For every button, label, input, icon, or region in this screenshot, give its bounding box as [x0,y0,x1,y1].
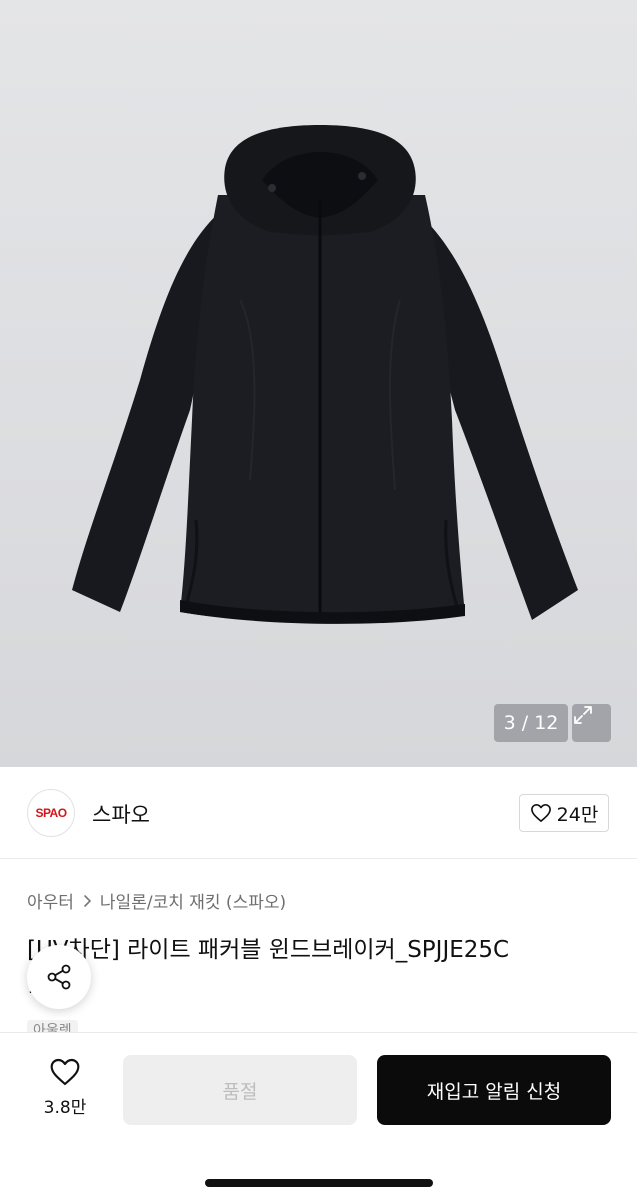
restock-alert-button[interactable]: 재입고 알림 신청 [377,1055,611,1125]
heart-outline-icon [50,1058,80,1086]
product-title: [UV차단] 라이트 패커블 윈드브레이커_SPJJE25C [27,937,510,963]
brand-name[interactable]: 스파오 [92,799,150,829]
brand-logo-text: SPAO [35,806,67,820]
heart-outline-icon [530,804,551,822]
wishlist-count: 3.8만 [43,1098,87,1118]
breadcrumb-child[interactable]: 나일론/코치 재킷 (스파오) [100,888,286,913]
product-image-gallery[interactable]: 3 / 12 [0,0,637,767]
brand-like-count: 24만 [556,803,599,826]
brand-like-button[interactable]: 24만 [519,794,609,832]
soldout-button[interactable]: 품절 [123,1055,357,1125]
breadcrumb: 아우터 나일론/코치 재킷 (스파오) [27,888,286,913]
share-icon [47,964,71,990]
expand-arrows-icon [574,706,592,724]
home-indicator [205,1179,433,1187]
expand-image-button[interactable] [572,704,611,742]
image-counter: 3 / 12 [494,704,568,742]
chevron-right-icon [84,894,92,907]
wishlist-button[interactable]: 3.8만 [30,1057,100,1118]
share-button[interactable] [27,945,91,1009]
brand-row: SPAO 스파오 24만 [0,767,637,859]
breadcrumb-parent[interactable]: 아우터 [27,888,74,913]
brand-logo[interactable]: SPAO [27,789,75,837]
bottom-action-bar: 3.8만 품절 재입고 알림 신청 [0,1032,637,1200]
product-image [72,125,578,624]
